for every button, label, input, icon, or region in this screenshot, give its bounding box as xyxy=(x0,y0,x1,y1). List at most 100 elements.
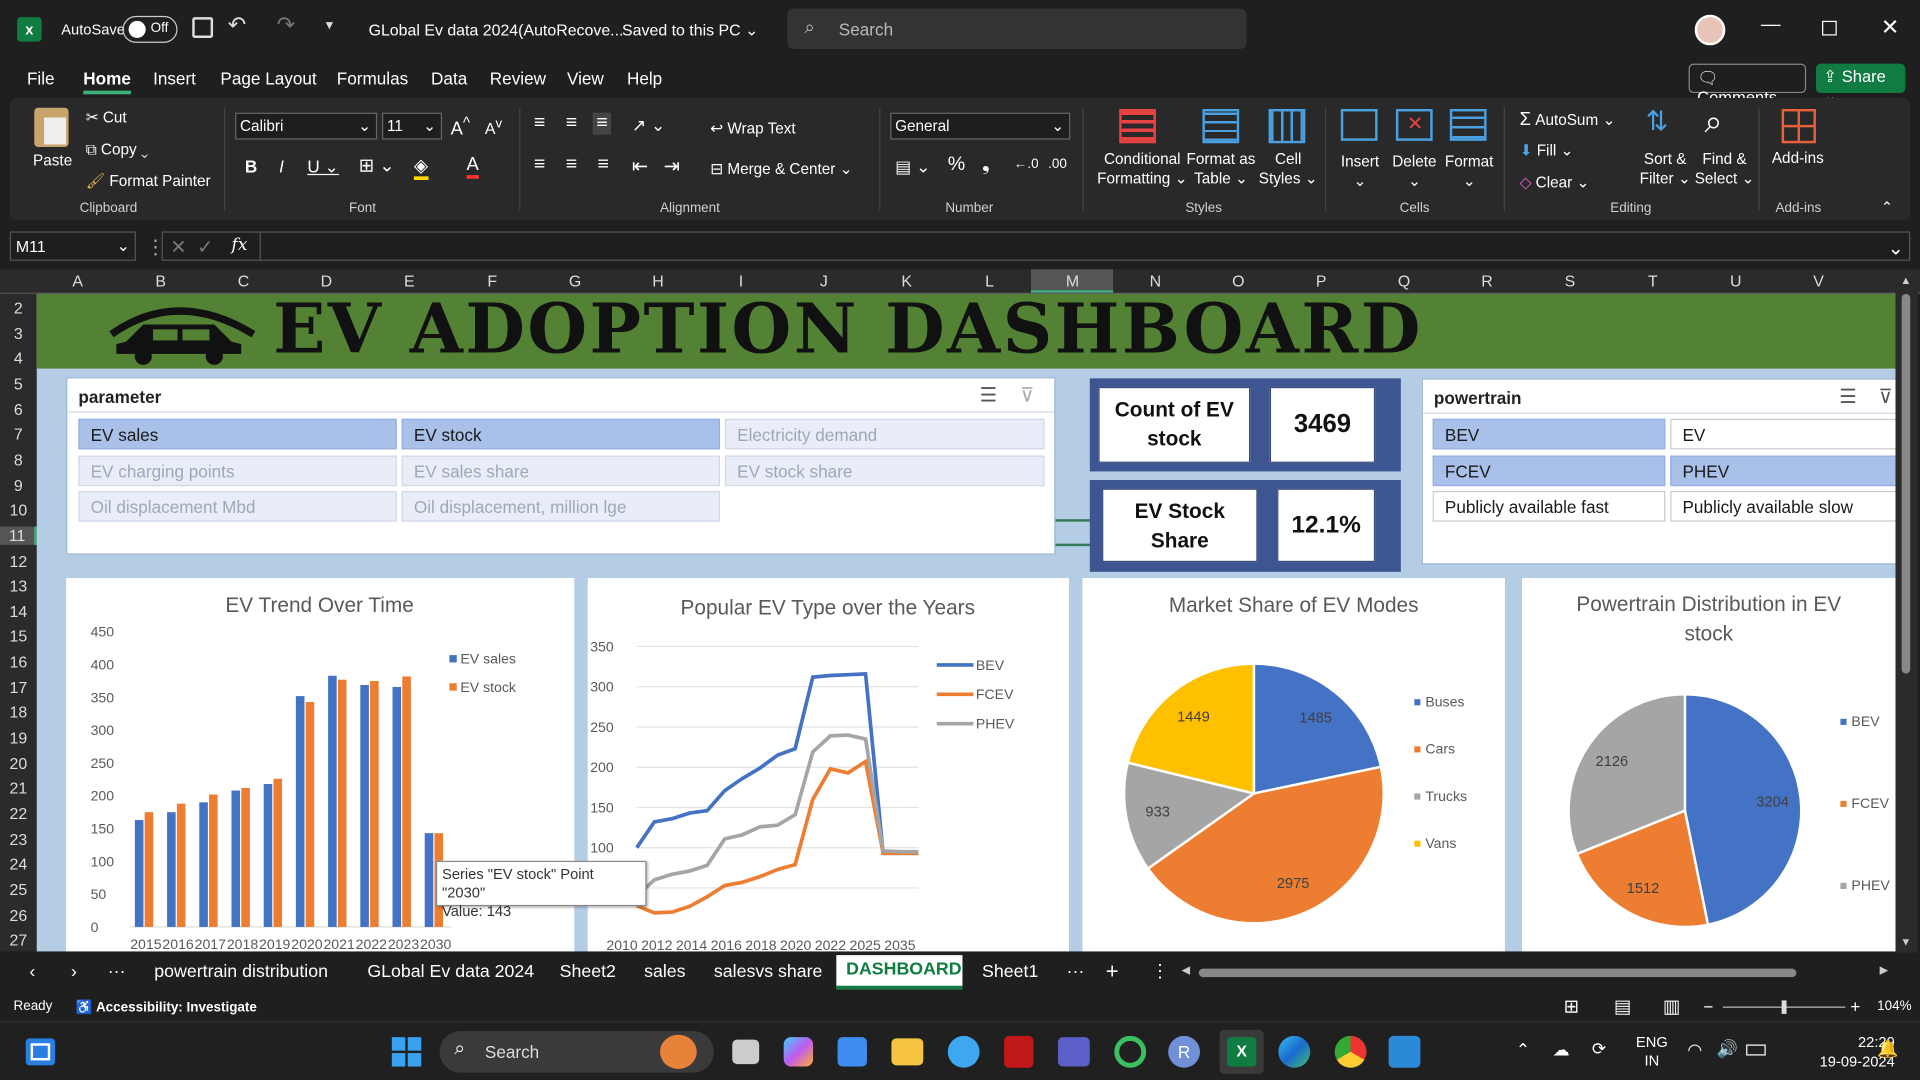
column-header[interactable]: N xyxy=(1114,272,1196,290)
column-header[interactable]: F xyxy=(451,272,533,290)
row-header[interactable]: 2 xyxy=(0,299,37,317)
multiselect-icon[interactable]: ☰ xyxy=(1839,384,1857,408)
mcafee-icon[interactable] xyxy=(1004,1035,1034,1068)
share-button[interactable]: ⇪ Share ⌄ xyxy=(1815,63,1906,105)
sort-filter-button[interactable]: Sort & Filter ⌄ xyxy=(1640,149,1691,188)
bar[interactable] xyxy=(134,820,144,927)
number-format-select[interactable]: General ⌄ xyxy=(890,112,1071,140)
wifi-icon[interactable]: ◠ xyxy=(1687,1040,1702,1061)
bar[interactable] xyxy=(241,787,250,927)
bar[interactable] xyxy=(424,833,434,927)
slicer-item-ev-sales[interactable]: EV sales xyxy=(78,418,397,450)
horizontal-scrollbar[interactable]: ◀ ▶ xyxy=(1182,964,1892,980)
sync-tray-icon[interactable]: ⟳ xyxy=(1592,1038,1606,1059)
align-center-icon[interactable]: ≡ xyxy=(566,154,577,176)
bar[interactable] xyxy=(295,696,305,927)
tab-global-ev-data[interactable]: GLobal Ev data 2024 xyxy=(367,962,534,982)
document-title[interactable]: GLobal Ev data 2024(AutoRecove... xyxy=(369,21,624,39)
teams-icon[interactable] xyxy=(1057,1037,1090,1067)
slicer-item-public-slow[interactable]: Publicly available slow xyxy=(1670,491,1896,522)
increase-indent-icon[interactable]: ⇥ xyxy=(664,154,680,178)
sort-filter-icon[interactable]: ⇅ xyxy=(1646,105,1669,137)
zoom-in-icon[interactable]: + xyxy=(1850,997,1860,1017)
row-header[interactable]: 9 xyxy=(0,476,37,494)
bar[interactable] xyxy=(176,803,186,927)
store-icon[interactable] xyxy=(837,1037,867,1067)
column-header[interactable]: D xyxy=(285,272,367,290)
notification-bell-icon[interactable]: 🔔 xyxy=(1877,1038,1898,1059)
menu-insert[interactable]: Insert xyxy=(153,69,196,89)
market-share-pie-chart[interactable]: Market Share of EV Modes 1485 Buses 2975 Car… xyxy=(1082,577,1505,952)
find-select-icon[interactable]: ⌕ xyxy=(1705,103,1723,142)
customize-toolbar-icon[interactable]: ▾ xyxy=(326,16,333,33)
increase-decimal-icon[interactable]: ←.0 xyxy=(1014,157,1039,172)
column-header[interactable]: T xyxy=(1612,272,1694,290)
normal-view-icon[interactable]: ⊞ xyxy=(1564,996,1579,1018)
name-box[interactable]: M11 ⌄ xyxy=(9,231,136,261)
align-middle-icon[interactable]: ≡ xyxy=(566,113,577,135)
column-header[interactable]: H xyxy=(617,272,699,290)
insert-cells-icon[interactable] xyxy=(1340,108,1378,141)
cancel-icon[interactable]: ✕ xyxy=(170,235,186,259)
paste-icon[interactable] xyxy=(34,107,69,147)
menu-page-layout[interactable]: Page Layout xyxy=(220,69,316,89)
tray-chevron-icon[interactable]: ⌃ xyxy=(1516,1040,1530,1061)
font-name-select[interactable]: Calibri ⌄ xyxy=(235,112,378,140)
menu-home[interactable]: Home xyxy=(83,69,131,95)
restore-icon[interactable] xyxy=(1822,20,1837,36)
column-header[interactable]: P xyxy=(1280,272,1362,290)
row-header[interactable]: 5 xyxy=(0,375,37,393)
column-header[interactable]: L xyxy=(949,272,1031,290)
menu-review[interactable]: Review xyxy=(490,69,546,89)
column-header[interactable]: O xyxy=(1197,272,1279,290)
file-explorer-icon[interactable] xyxy=(891,1038,924,1066)
column-header[interactable]: J xyxy=(783,272,865,290)
column-header[interactable]: B xyxy=(120,272,202,290)
row-header[interactable]: 11 xyxy=(0,526,37,545)
redo-icon[interactable]: ↷ xyxy=(277,12,295,38)
format-cells-icon[interactable] xyxy=(1449,108,1487,141)
row-header[interactable]: 21 xyxy=(0,779,37,797)
currency-icon[interactable]: ▤ ⌄ xyxy=(895,157,930,178)
delete-cells-icon[interactable]: ✕ xyxy=(1395,108,1433,141)
zoom-slider[interactable] xyxy=(1722,1000,1846,1014)
font-color-icon[interactable]: A xyxy=(466,154,479,179)
tab-sheet1[interactable]: Sheet1 xyxy=(982,962,1038,982)
row-header[interactable]: 16 xyxy=(0,653,37,671)
bar[interactable] xyxy=(209,794,218,927)
slicer-item-ev-sales-share[interactable]: EV sales share xyxy=(401,455,721,487)
slicer-item-bev[interactable]: BEV xyxy=(1432,418,1666,450)
slicer-item-ev-stock-share[interactable]: EV stock share xyxy=(724,455,1045,487)
insert-button[interactable]: Insert ⌄ xyxy=(1341,152,1379,191)
weather-icon[interactable] xyxy=(947,1035,980,1068)
widgets-icon[interactable] xyxy=(25,1038,56,1066)
fill-button[interactable]: ⬇ Fill ⌄ xyxy=(1520,141,1574,159)
cut-button[interactable]: ✂ Cut xyxy=(86,108,127,126)
bar[interactable] xyxy=(370,681,379,927)
slicer-item-fcev[interactable]: FCEV xyxy=(1432,455,1666,487)
chrome-icon[interactable] xyxy=(1334,1035,1367,1068)
copilot-icon[interactable] xyxy=(783,1037,814,1067)
row-header[interactable]: 7 xyxy=(0,425,37,443)
slicer-item-ev-stock[interactable]: EV stock xyxy=(401,418,721,450)
row-header[interactable]: 24 xyxy=(0,855,37,873)
column-header[interactable]: S xyxy=(1529,272,1611,290)
clear-button[interactable]: ◇ Clear ⌄ xyxy=(1520,173,1590,191)
cell-styles-icon[interactable] xyxy=(1268,108,1306,144)
menu-help[interactable]: Help xyxy=(627,69,662,89)
slicer-item-oil-displacement-mbd[interactable]: Oil displacement Mbd xyxy=(78,491,397,522)
row-header[interactable]: 4 xyxy=(0,349,37,367)
page-layout-view-icon[interactable]: ▤ xyxy=(1614,996,1631,1018)
row-header[interactable]: 17 xyxy=(0,678,37,696)
page-break-view-icon[interactable]: ▥ xyxy=(1663,996,1680,1018)
onedrive-icon[interactable]: ☁ xyxy=(1553,1040,1570,1061)
slicer-item-oil-displacement-lge[interactable]: Oil displacement, million lge xyxy=(401,491,721,522)
format-button[interactable]: Format ⌄ xyxy=(1445,152,1493,191)
close-icon[interactable]: ✕ xyxy=(1881,15,1899,41)
font-size-select[interactable]: 11 ⌄ xyxy=(382,112,443,140)
language-indicator[interactable]: ENG IN xyxy=(1636,1033,1668,1070)
align-top-icon[interactable]: ≡ xyxy=(534,113,545,135)
start-icon[interactable] xyxy=(391,1037,422,1067)
saved-status[interactable]: Saved to this PC ⌄ xyxy=(622,21,758,41)
fx-icon[interactable]: fx xyxy=(231,235,247,255)
